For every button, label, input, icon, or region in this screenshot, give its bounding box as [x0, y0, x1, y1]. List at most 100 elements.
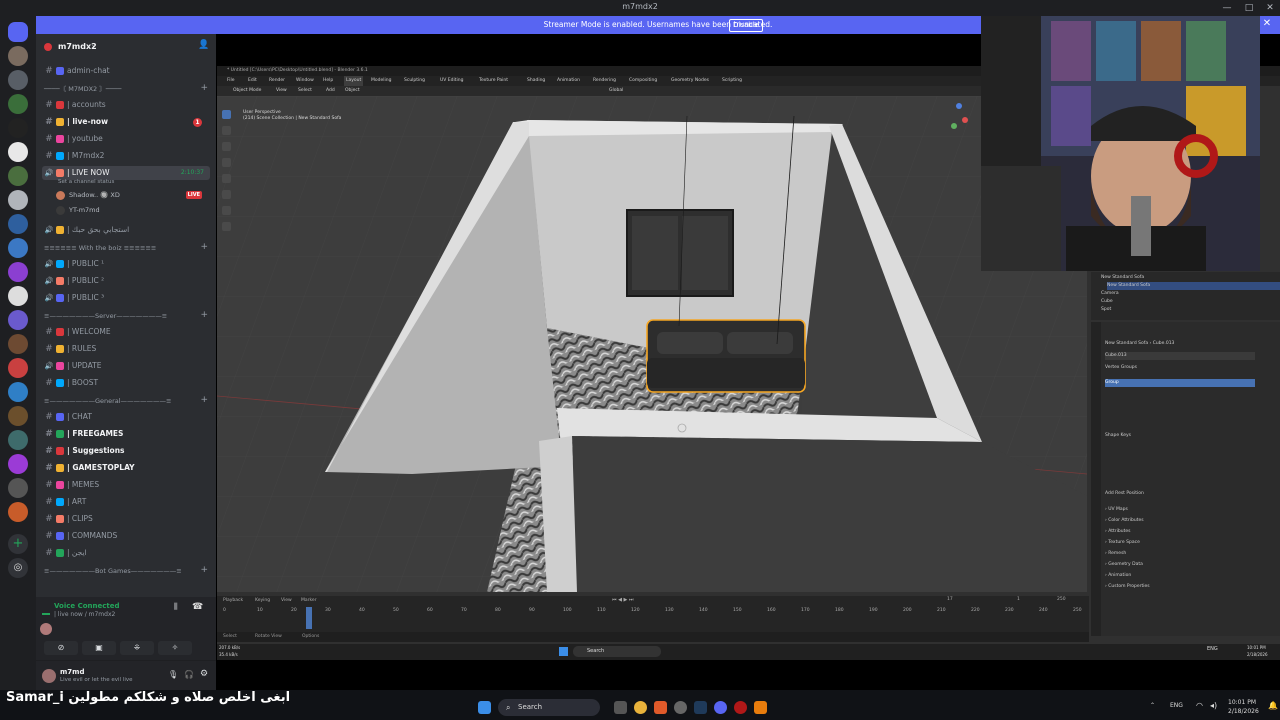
playhead[interactable] — [306, 607, 312, 629]
text-channel[interactable]: # | ART — [42, 495, 210, 509]
channel-category[interactable]: ≡≡≡≡≡≡ With the boiz ≡≡≡≡≡≡ + — [44, 242, 208, 253]
volume-icon[interactable]: ◂) — [1210, 701, 1217, 710]
menu-render[interactable]: Render — [269, 76, 285, 86]
server-icon[interactable] — [8, 46, 28, 66]
current-frame-field[interactable]: 17 — [947, 597, 953, 602]
tray-chevron-icon[interactable]: ⌃ — [1150, 702, 1155, 709]
menu-animation[interactable]: Animation — [557, 76, 580, 86]
channel-category[interactable]: ≡———————Server———————≡ + — [44, 310, 208, 321]
properties-panel-header[interactable]: › Attributes — [1105, 528, 1275, 536]
inner-search-box[interactable]: Search — [573, 646, 661, 657]
taskbar-search[interactable]: ⌕ Search — [498, 699, 600, 716]
menu-geometry-nodes[interactable]: Geometry Nodes — [671, 76, 709, 86]
playback-controls[interactable]: ⏮ ◀ ▶ ⏭ — [612, 597, 633, 603]
mic-icon[interactable]: 🎙 — [168, 670, 178, 679]
text-channel[interactable]: # | MEMES — [42, 478, 210, 492]
timeline-menu-item[interactable]: Marker — [301, 597, 317, 605]
add-channel-icon[interactable]: + — [200, 310, 208, 320]
transform-orientation[interactable]: Global — [609, 86, 623, 96]
menu-scripting[interactable]: Scripting — [722, 76, 742, 86]
server-icon[interactable] — [8, 502, 28, 522]
properties-panel-header[interactable]: › UV Maps — [1105, 506, 1275, 514]
header-add[interactable]: Add — [326, 86, 335, 96]
rotate-tool-icon[interactable] — [222, 158, 231, 167]
server-icon[interactable] — [8, 262, 28, 282]
server-icon[interactable] — [8, 238, 28, 258]
blender-icon[interactable] — [754, 701, 767, 714]
channel-category[interactable]: ≡———————Bot Games———————≡ + — [44, 565, 208, 576]
timeline-menu-item[interactable]: View — [281, 597, 292, 605]
add-channel-icon[interactable]: + — [200, 395, 208, 405]
server-icon[interactable] — [8, 142, 28, 162]
headset-icon[interactable]: 🎧 — [184, 670, 194, 679]
vertex-group-item[interactable]: Group — [1105, 379, 1255, 387]
screen-share-icon[interactable]: ▣ — [82, 641, 116, 655]
move-tool-icon[interactable] — [222, 142, 231, 151]
discord-home-icon[interactable] — [8, 22, 28, 42]
signal-icon[interactable] — [42, 603, 50, 615]
github-icon[interactable] — [674, 701, 687, 714]
banner-close-icon[interactable]: ✕ — [1261, 18, 1273, 30]
server-icon[interactable] — [8, 406, 28, 426]
app-icon[interactable] — [734, 701, 747, 714]
channel-category[interactable]: ────〘 M7MDX2 〙──── + — [44, 83, 208, 94]
activities-icon[interactable]: ⁜ — [120, 641, 154, 655]
text-channel[interactable]: # | accounts — [42, 98, 210, 112]
properties-panel-header[interactable]: › Geometry Data — [1105, 561, 1275, 569]
add-channel-icon[interactable]: + — [200, 242, 208, 252]
server-icon[interactable] — [8, 70, 28, 90]
menu-texture-paint[interactable]: Texture Paint — [479, 76, 508, 86]
menu-help[interactable]: Help — [323, 76, 333, 86]
text-channel[interactable]: # | BOOST — [42, 376, 210, 390]
text-channel[interactable]: # | RULES — [42, 342, 210, 356]
server-icon[interactable] — [8, 430, 28, 450]
voice-channel[interactable]: 🔊 | PUBLIC ² — [42, 274, 210, 288]
header-object-mode[interactable]: Object Mode — [233, 86, 261, 96]
outliner-item[interactable]: Camera — [1101, 290, 1280, 298]
menu-modeling[interactable]: Modeling — [371, 76, 391, 86]
clock-time[interactable]: 10:01 PM — [1228, 699, 1256, 706]
noise-suppression-icon[interactable]: ⫼ — [174, 602, 178, 612]
task-view-icon[interactable] — [614, 701, 627, 714]
server-icon[interactable] — [8, 358, 28, 378]
outliner-item[interactable]: Cube — [1101, 298, 1280, 306]
channel-status[interactable]: Set a channel status — [58, 179, 114, 185]
server-icon[interactable] — [8, 334, 28, 354]
add-server-icon[interactable]: + — [8, 534, 28, 554]
text-channel[interactable]: # | ايجن — [42, 546, 210, 560]
voice-channel[interactable]: 🔊 | LIVE NOW 2:10:37 — [42, 166, 210, 180]
inner-start-icon[interactable] — [559, 647, 568, 656]
menu-window[interactable]: Window — [296, 76, 314, 86]
settings-gear-icon[interactable]: ⚙ — [200, 669, 208, 679]
shape-keys-header[interactable]: Shape Keys — [1105, 432, 1275, 440]
server-icon[interactable] — [8, 166, 28, 186]
outliner-item[interactable]: Spot — [1101, 306, 1280, 314]
properties-panel-header[interactable]: › Texture Space — [1105, 539, 1275, 547]
timeline[interactable]: Playback Keying View Marker ⏮ ◀ ▶ ⏭ 17 1 25… — [217, 596, 1089, 632]
text-channel[interactable]: # | GAMESTOPLAY — [42, 461, 210, 475]
voice-member[interactable]: Shadow.. 🔘 XD LIVE — [56, 189, 210, 201]
server-icon[interactable] — [8, 454, 28, 474]
text-channel[interactable]: # | youtube — [42, 132, 210, 146]
disable-streamer-mode-button[interactable]: Disable — [729, 19, 763, 32]
menu-file[interactable]: File — [227, 76, 235, 86]
server-icon[interactable] — [8, 94, 28, 114]
explore-icon[interactable]: ◎ — [8, 558, 28, 578]
transform-tool-icon[interactable] — [222, 190, 231, 199]
start-frame-field[interactable]: 1 — [1017, 597, 1020, 602]
text-channel[interactable]: # | M7mdx2 — [42, 149, 210, 163]
timeline-menu-item[interactable]: Playback — [223, 597, 243, 605]
select-tool-icon[interactable] — [222, 110, 231, 119]
text-channel[interactable]: # | WELCOME — [42, 325, 210, 339]
properties-panel-header[interactable]: › Animation — [1105, 572, 1275, 580]
properties-tabs[interactable] — [1091, 322, 1101, 636]
server-icon[interactable] — [8, 382, 28, 402]
close-window-button[interactable]: ✕ — [1263, 2, 1277, 14]
selected-sofa[interactable] — [646, 319, 806, 393]
scale-tool-icon[interactable] — [222, 174, 231, 183]
brave-icon[interactable] — [654, 701, 667, 714]
voice-member[interactable]: YT-m7md — [56, 204, 210, 216]
add-rest-position-button[interactable]: Add Rest Position — [1105, 490, 1275, 498]
timeline-menu-item[interactable]: Keying — [255, 597, 270, 605]
server-header[interactable]: m7mdx2 ⌄ 👤 — [36, 40, 216, 60]
